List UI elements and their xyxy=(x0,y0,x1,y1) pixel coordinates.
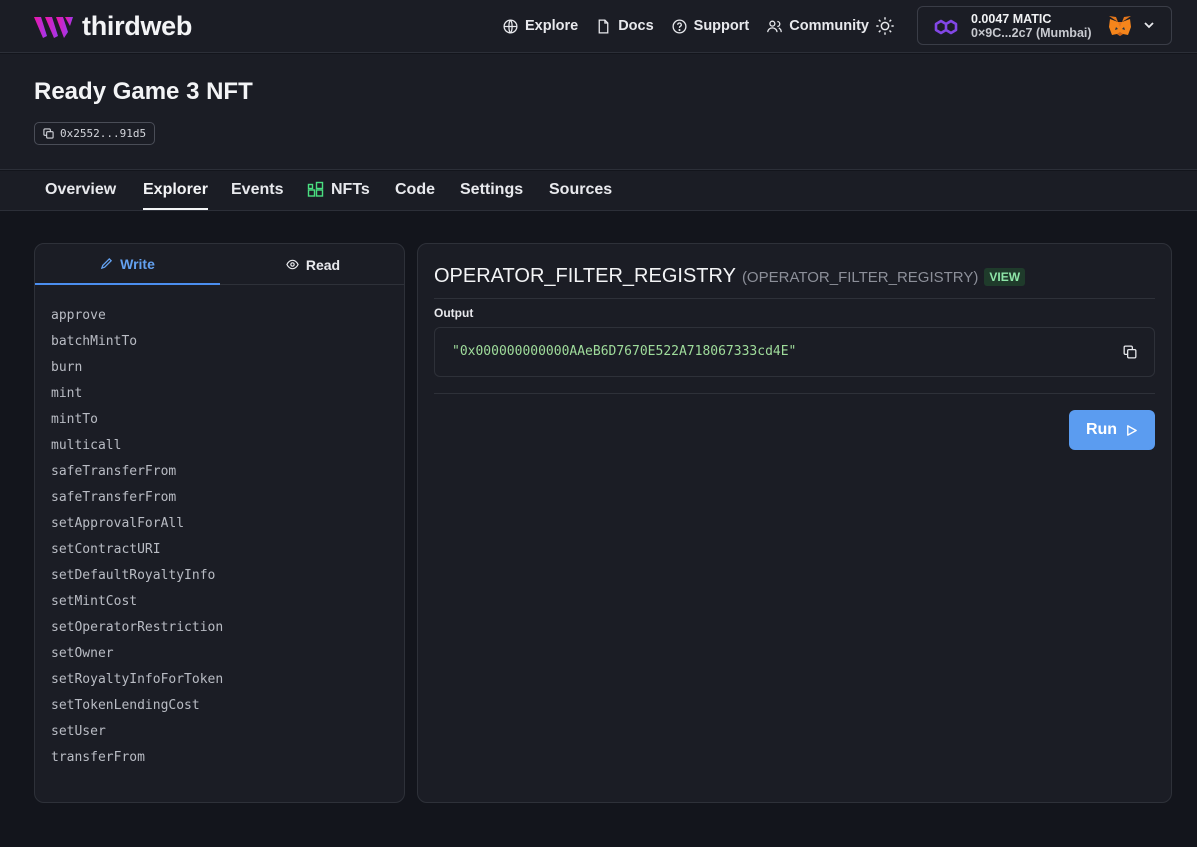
run-button[interactable]: Run xyxy=(1069,410,1155,450)
thirdweb-logo-icon xyxy=(34,16,73,38)
metamask-fox-icon xyxy=(1109,16,1131,36)
output-value: "0x000000000000AAeB6D7670E522A718067333c… xyxy=(452,344,797,359)
function-list-item[interactable]: multicall xyxy=(51,436,223,462)
function-list: approve batchMintTo burn mint mintTo multical… xyxy=(51,306,223,774)
sun-icon[interactable] xyxy=(874,15,896,37)
function-list-item[interactable]: batchMintTo xyxy=(51,332,223,358)
tab-sources-label: Sources xyxy=(549,181,613,198)
write-tab[interactable]: Write xyxy=(35,244,220,285)
function-list-item[interactable]: setOperatorRestriction xyxy=(51,618,223,644)
output-box: "0x000000000000AAeB6D7670E522A718067333c… xyxy=(434,327,1155,377)
tab-code-label: Code xyxy=(395,181,435,198)
function-list-item[interactable]: mintTo xyxy=(51,410,223,436)
nav-support-label: Support xyxy=(693,18,750,34)
function-list-item[interactable]: setContractURI xyxy=(51,540,223,566)
function-name: OPERATOR_FILTER_REGISTRY xyxy=(434,265,736,287)
contract-address-text: 0x2552...91d5 xyxy=(60,127,147,140)
active-tab-indicator xyxy=(143,208,208,210)
view-badge: VIEW xyxy=(984,267,1026,286)
function-list-item[interactable]: setTokenLendingCost xyxy=(51,696,223,722)
tab-explorer-label: Explorer xyxy=(143,181,208,198)
functions-panel: Write Read approve batchMintTo burn mint min… xyxy=(34,243,405,803)
tab-overview-label: Overview xyxy=(45,181,117,198)
function-list-item[interactable]: approve xyxy=(51,306,223,332)
brand-name: thirdweb xyxy=(82,11,193,41)
tab-nfts-label: NFTs xyxy=(331,181,370,198)
wallet-address: 0×9C...2c7 (Mumbai) xyxy=(971,26,1092,40)
tab-sources[interactable]: Sources xyxy=(549,181,612,199)
functions-mode-tabs: Write Read xyxy=(35,244,404,285)
chevron-down-icon xyxy=(1144,22,1154,29)
play-icon xyxy=(1127,424,1137,436)
read-tab[interactable]: Read xyxy=(220,244,404,285)
nav-docs[interactable]: Docs xyxy=(595,18,654,35)
users-icon xyxy=(767,20,783,32)
pencil-icon xyxy=(100,257,113,270)
nav-links: Explore Docs Support Community xyxy=(502,0,886,52)
help-icon xyxy=(672,18,687,34)
page-title: Ready Game 3 NFT xyxy=(34,78,253,105)
function-list-item[interactable]: setRoyaltyInfoForToken xyxy=(51,670,223,696)
function-detail-panel: OPERATOR_FILTER_REGISTRY (OPERATOR_FILTE… xyxy=(417,243,1172,803)
wallet-balance: 0.0047 MATIC xyxy=(971,12,1052,26)
tab-events[interactable]: Events xyxy=(231,181,283,199)
polygon-icon xyxy=(934,19,958,35)
function-signature: (OPERATOR_FILTER_REGISTRY) xyxy=(741,269,979,286)
contract-tabs: Overview Explorer Events NFTs Code Setti… xyxy=(0,171,1197,211)
nav-community[interactable]: Community xyxy=(766,18,869,35)
output-label: Output xyxy=(434,306,474,320)
contract-header: Ready Game 3 NFT 0x2552...91d5 xyxy=(0,54,1197,170)
function-list-item[interactable]: setApprovalForAll xyxy=(51,514,223,540)
top-navbar: thirdweb Explore Docs Support Community … xyxy=(0,0,1197,53)
thirdweb-logo[interactable]: thirdweb xyxy=(34,11,192,42)
function-list-item[interactable]: safeTransferFrom xyxy=(51,462,223,488)
nav-support[interactable]: Support xyxy=(671,18,750,35)
nav-explore-label: Explore xyxy=(525,18,579,34)
doc-icon xyxy=(598,18,609,34)
eye-icon xyxy=(286,259,299,270)
divider xyxy=(434,393,1155,394)
nav-community-label: Community xyxy=(789,18,869,34)
function-list-item[interactable]: transferFrom xyxy=(51,748,223,774)
function-list-item[interactable]: setUser xyxy=(51,722,223,748)
function-list-item[interactable]: setMintCost xyxy=(51,592,223,618)
function-list-item[interactable]: burn xyxy=(51,358,223,384)
globe-icon xyxy=(503,18,518,34)
function-list-item[interactable]: setOwner xyxy=(51,644,223,670)
divider xyxy=(434,298,1155,299)
nav-explore[interactable]: Explore xyxy=(502,18,578,35)
read-tab-label: Read xyxy=(305,256,341,273)
copy-icon[interactable] xyxy=(1123,345,1137,359)
nav-docs-label: Docs xyxy=(618,18,654,34)
grid-icon xyxy=(307,181,324,197)
tab-overview[interactable]: Overview xyxy=(45,181,116,199)
write-tab-label: Write xyxy=(120,255,155,272)
tab-code[interactable]: Code xyxy=(395,181,435,199)
function-list-item[interactable]: safeTransferFrom xyxy=(51,488,223,514)
function-list-item[interactable]: mint xyxy=(51,384,223,410)
tab-explorer[interactable]: Explorer xyxy=(143,181,208,199)
tab-nfts[interactable]: NFTs xyxy=(307,181,370,199)
copy-icon xyxy=(43,128,54,139)
wallet-button[interactable]: 0.0047 MATIC 0×9C...2c7 (Mumbai) xyxy=(917,6,1172,45)
run-button-label: Run xyxy=(1085,421,1118,438)
contract-address-chip[interactable]: 0x2552...91d5 xyxy=(34,122,156,145)
tab-settings-label: Settings xyxy=(460,181,524,198)
tab-events-label: Events xyxy=(231,181,284,198)
function-heading: OPERATOR_FILTER_REGISTRY (OPERATOR_FILTE… xyxy=(434,265,1026,288)
function-list-item[interactable]: setDefaultRoyaltyInfo xyxy=(51,566,223,592)
tab-settings[interactable]: Settings xyxy=(460,181,523,199)
